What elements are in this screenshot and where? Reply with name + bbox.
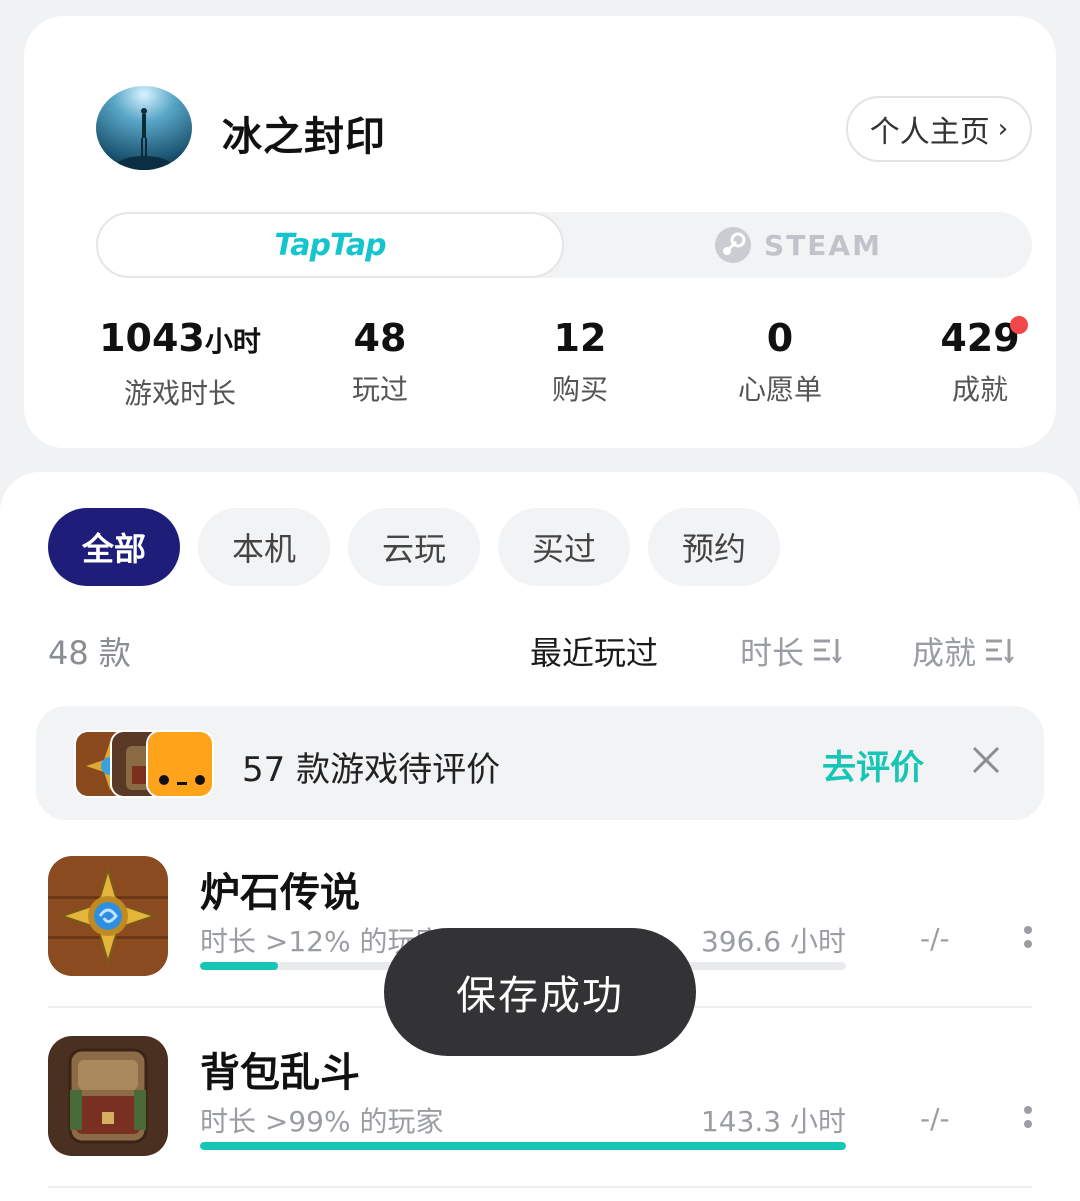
stat-label: 心愿单 xyxy=(737,373,822,406)
stats-row: 1043小时 游戏时长 48 玩过 12 购买 0 心愿单 429 成就 xyxy=(80,314,1080,414)
sort-icon xyxy=(986,639,1014,664)
sort-icon xyxy=(814,639,842,664)
steam-icon xyxy=(715,227,752,263)
progress-fill xyxy=(200,962,278,970)
game-hours: 143.3 小时 xyxy=(700,1105,846,1138)
game-subtitle: 时长 >99% 的玩家 xyxy=(200,1105,444,1138)
sort-duration-label: 时长 xyxy=(740,634,805,672)
close-icon[interactable] xyxy=(968,742,1004,778)
filter-chip-cloud[interactable]: 云玩 xyxy=(348,508,480,586)
stat-achievements[interactable]: 429 成就 xyxy=(880,314,1080,408)
stat-value: 12 xyxy=(553,316,607,360)
more-icon[interactable] xyxy=(1024,1106,1034,1136)
filter-chip-local[interactable]: 本机 xyxy=(198,508,330,586)
stat-played[interactable]: 48 玩过 xyxy=(280,314,480,408)
review-text: 57 款游戏待评价 xyxy=(242,750,501,790)
sort-recent[interactable]: 最近玩过 xyxy=(530,628,658,674)
game-score: -/- xyxy=(920,1102,950,1135)
filter-chip-all[interactable]: 全部 xyxy=(48,508,180,586)
sort-achievement[interactable]: 成就 xyxy=(912,628,1014,674)
game-count: 48 款 xyxy=(48,634,131,672)
stat-value: 429 xyxy=(940,316,1020,360)
steam-label: STEAM xyxy=(764,228,882,262)
stat-value: 48 xyxy=(353,316,407,360)
divider xyxy=(48,1186,1032,1188)
homepage-label: 个人主页 xyxy=(869,115,990,150)
avatar[interactable] xyxy=(96,86,192,170)
orange-game-mini-icon xyxy=(146,730,214,798)
chevron-right-icon: › xyxy=(997,114,1009,144)
review-action-button[interactable]: 去评价 xyxy=(822,740,924,789)
game-row[interactable]: 背包乱斗 时长 >99% 的玩家 143.3 小时 -/- xyxy=(48,1036,1032,1201)
game-list-card: 全部 本机 云玩 买过 预约 48 款 最近玩过 时长 成就 57 款游戏待评价… xyxy=(0,472,1080,1201)
backpack-icon xyxy=(48,1036,168,1156)
tab-steam[interactable]: STEAM xyxy=(564,212,1032,278)
profile-card: 冰之封印 个人主页 › TapTap STEAM 1043小时 游戏时长 48 … xyxy=(24,16,1056,448)
username: 冰之封印 xyxy=(222,114,386,160)
stat-playtime[interactable]: 1043小时 游戏时长 xyxy=(80,314,280,412)
stat-purchased[interactable]: 12 购买 xyxy=(480,314,680,408)
tab-taptap[interactable]: TapTap xyxy=(96,212,564,278)
stat-wishlist[interactable]: 0 心愿单 xyxy=(680,314,880,408)
filter-chip-bought[interactable]: 买过 xyxy=(498,508,630,586)
playtime-progress-bar xyxy=(200,1142,846,1150)
review-banner[interactable]: 57 款游戏待评价 去评价 xyxy=(36,706,1044,820)
taptap-logo: TapTap xyxy=(274,227,386,263)
sort-duration[interactable]: 时长 xyxy=(740,628,842,674)
stat-label: 玩过 xyxy=(351,373,408,406)
progress-fill xyxy=(200,1142,846,1150)
platform-tabs: TapTap STEAM xyxy=(96,212,1032,278)
stat-value: 0 xyxy=(766,316,794,360)
stat-label: 成就 xyxy=(951,373,1008,406)
game-title: 炉石传说 xyxy=(200,870,360,916)
stat-label: 游戏时长 xyxy=(123,377,236,410)
sort-achievement-label: 成就 xyxy=(912,634,977,672)
homepage-button[interactable]: 个人主页 › xyxy=(846,96,1032,162)
more-icon[interactable] xyxy=(1024,926,1034,956)
sort-recent-label: 最近玩过 xyxy=(530,634,659,672)
hearthstone-icon xyxy=(48,856,168,976)
filter-chip-reserved[interactable]: 预约 xyxy=(648,508,780,586)
toast-message: 保存成功 xyxy=(384,928,696,1056)
stat-unit: 小时 xyxy=(204,325,261,358)
game-title: 背包乱斗 xyxy=(200,1050,360,1096)
game-hours: 396.6 小时 xyxy=(700,925,846,958)
game-score: -/- xyxy=(920,922,950,955)
notification-dot xyxy=(1010,316,1028,334)
stat-label: 购买 xyxy=(551,373,608,406)
stat-value: 1043 xyxy=(99,316,205,360)
